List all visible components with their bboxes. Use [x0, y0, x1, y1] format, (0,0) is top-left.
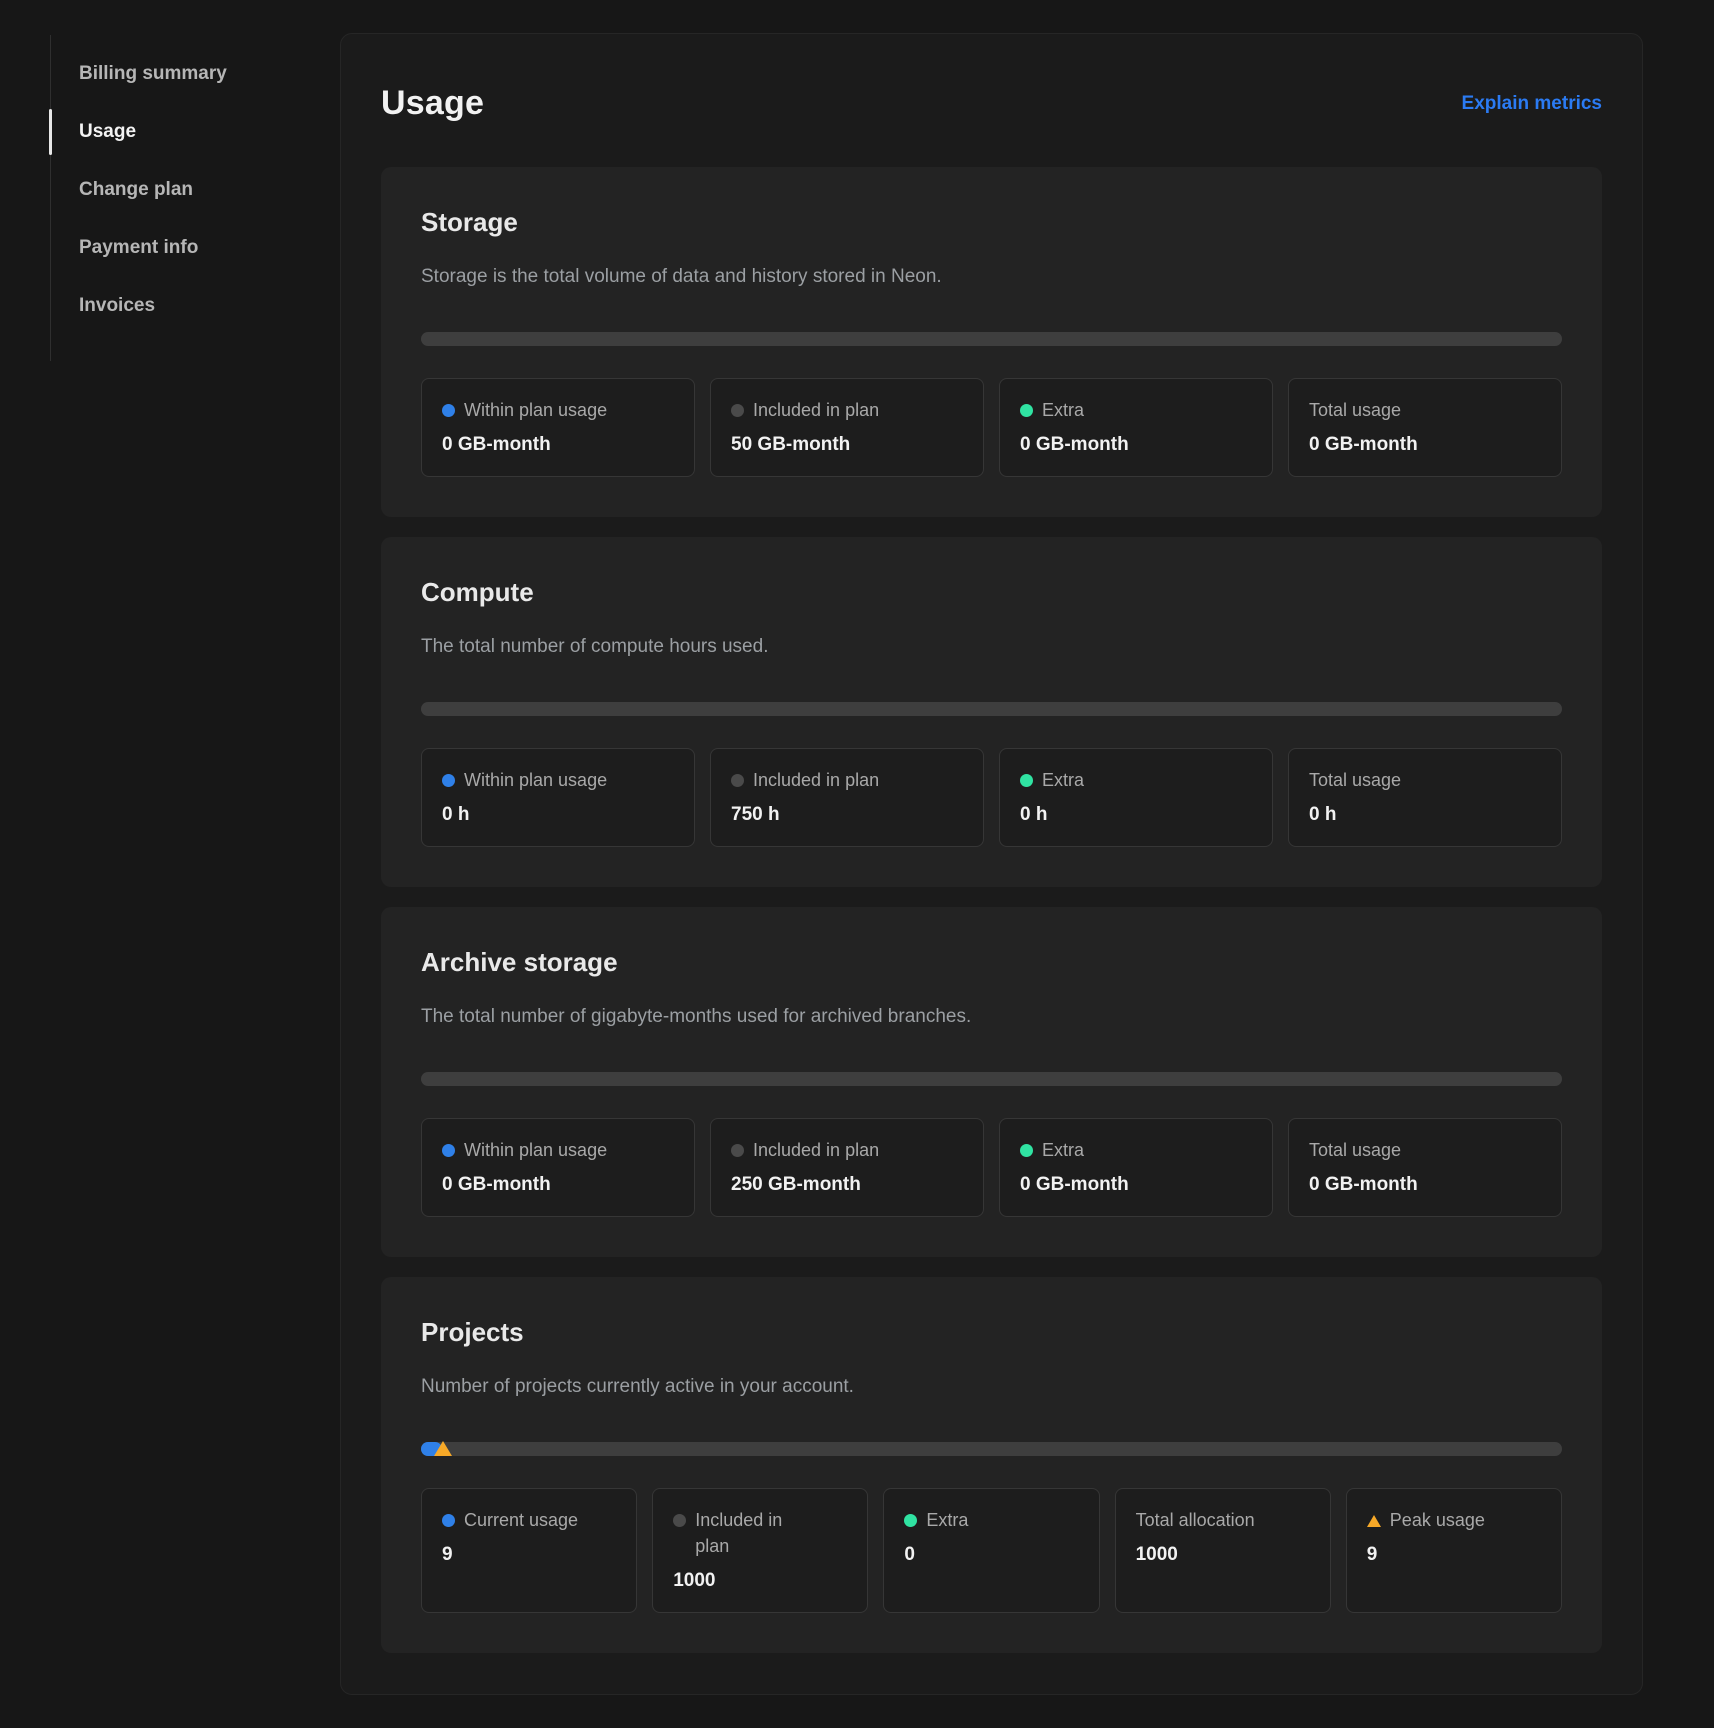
stat-value: 0 GB-month — [1020, 432, 1252, 458]
stat-label: Included in plan — [695, 1507, 791, 1559]
stat-value: 0 — [904, 1542, 1078, 1568]
extra-dot-icon — [1020, 1144, 1033, 1157]
page-header: Usage Explain metrics — [381, 84, 1602, 123]
archive-storage-section: Archive storage The total number of giga… — [381, 907, 1602, 1257]
current-usage-dot-icon — [442, 1514, 455, 1527]
stat-value: 9 — [1367, 1542, 1541, 1568]
projects-section-title: Projects — [421, 1317, 1562, 1348]
billing-sidebar: Billing summary Usage Change plan Paymen… — [0, 0, 340, 1728]
storage-usage-bar — [421, 332, 1562, 346]
extra-dot-icon — [904, 1514, 917, 1527]
within-plan-dot-icon — [442, 774, 455, 787]
stat-card-within-plan-usage: Within plan usage 0 GB-month — [421, 1118, 695, 1217]
peak-usage-triangle-icon — [1367, 1515, 1381, 1527]
extra-dot-icon — [1020, 774, 1033, 787]
sidebar-item-usage[interactable]: Usage — [51, 103, 340, 161]
main-content: Usage Explain metrics Storage Storage is… — [340, 0, 1714, 1728]
storage-section-title: Storage — [421, 207, 1562, 238]
stat-card-extra: Extra 0 h — [999, 748, 1273, 847]
sidebar-item-change-plan[interactable]: Change plan — [51, 161, 340, 219]
page-title: Usage — [381, 84, 484, 123]
billing-nav: Billing summary Usage Change plan Paymen… — [50, 35, 340, 361]
stat-label: Total allocation — [1136, 1507, 1255, 1533]
usage-panel: Usage Explain metrics Storage Storage is… — [340, 33, 1643, 1695]
stat-card-current-usage: Current usage 9 — [421, 1488, 637, 1613]
stat-label: Peak usage — [1390, 1507, 1485, 1533]
storage-section-description: Storage is the total volume of data and … — [421, 266, 1562, 288]
extra-dot-icon — [1020, 404, 1033, 417]
stat-card-total-usage: Total usage 0 GB-month — [1288, 378, 1562, 477]
stat-label: Included in plan — [753, 1137, 879, 1163]
stat-value: 9 — [442, 1542, 616, 1568]
stat-label: Extra — [1042, 767, 1084, 793]
storage-stat-cards: Within plan usage 0 GB-month Included in… — [421, 378, 1562, 477]
stat-value: 750 h — [731, 802, 963, 828]
stat-card-included-in-plan: Included in plan 750 h — [710, 748, 984, 847]
stat-label: Extra — [1042, 397, 1084, 423]
compute-usage-bar — [421, 702, 1562, 716]
stat-label: Total usage — [1309, 1137, 1401, 1163]
archive-storage-stat-cards: Within plan usage 0 GB-month Included in… — [421, 1118, 1562, 1217]
stat-card-within-plan-usage: Within plan usage 0 h — [421, 748, 695, 847]
stat-label: Total usage — [1309, 767, 1401, 793]
stat-card-extra: Extra 0 GB-month — [999, 378, 1273, 477]
stat-card-peak-usage: Peak usage 9 — [1346, 1488, 1562, 1613]
archive-storage-section-title: Archive storage — [421, 947, 1562, 978]
compute-section-description: The total number of compute hours used. — [421, 636, 1562, 658]
projects-section: Projects Number of projects currently ac… — [381, 1277, 1602, 1653]
stat-card-extra: Extra 0 — [883, 1488, 1099, 1613]
stat-label: Extra — [926, 1507, 968, 1533]
sidebar-item-payment-info[interactable]: Payment info — [51, 219, 340, 277]
stat-card-included-in-plan: Included in plan 50 GB-month — [710, 378, 984, 477]
compute-section: Compute The total number of compute hour… — [381, 537, 1602, 887]
stat-value: 0 GB-month — [1309, 432, 1541, 458]
storage-section: Storage Storage is the total volume of d… — [381, 167, 1602, 517]
stat-value: 250 GB-month — [731, 1172, 963, 1198]
compute-stat-cards: Within plan usage 0 h Included in plan 7… — [421, 748, 1562, 847]
included-in-plan-dot-icon — [673, 1514, 686, 1527]
stat-card-extra: Extra 0 GB-month — [999, 1118, 1273, 1217]
stat-value: 0 h — [442, 802, 674, 828]
stat-value: 0 GB-month — [1309, 1172, 1541, 1198]
stat-value: 0 h — [1309, 802, 1541, 828]
stat-label: Current usage — [464, 1507, 578, 1533]
stat-label: Total usage — [1309, 397, 1401, 423]
sidebar-item-billing-summary[interactable]: Billing summary — [51, 45, 340, 103]
included-in-plan-dot-icon — [731, 1144, 744, 1157]
peak-usage-marker-icon — [434, 1441, 452, 1456]
stat-value: 50 GB-month — [731, 432, 963, 458]
explain-metrics-link[interactable]: Explain metrics — [1462, 93, 1602, 115]
stat-value: 1000 — [1136, 1542, 1310, 1568]
projects-stat-cards: Current usage 9 Included in plan 1000 Ex… — [421, 1488, 1562, 1613]
included-in-plan-dot-icon — [731, 404, 744, 417]
stat-card-total-allocation: Total allocation 1000 — [1115, 1488, 1331, 1613]
stat-label: Within plan usage — [464, 1137, 607, 1163]
stat-value: 1000 — [673, 1568, 847, 1594]
stat-label: Included in plan — [753, 767, 879, 793]
stat-card-within-plan-usage: Within plan usage 0 GB-month — [421, 378, 695, 477]
compute-section-title: Compute — [421, 577, 1562, 608]
stat-card-total-usage: Total usage 0 GB-month — [1288, 1118, 1562, 1217]
stat-label: Included in plan — [753, 397, 879, 423]
stat-value: 0 h — [1020, 802, 1252, 828]
projects-section-description: Number of projects currently active in y… — [421, 1376, 1562, 1398]
stat-value: 0 GB-month — [442, 1172, 674, 1198]
stat-label: Within plan usage — [464, 767, 607, 793]
stat-card-total-usage: Total usage 0 h — [1288, 748, 1562, 847]
within-plan-dot-icon — [442, 404, 455, 417]
projects-usage-bar — [421, 1442, 1562, 1456]
archive-storage-section-description: The total number of gigabyte-months used… — [421, 1006, 1562, 1028]
included-in-plan-dot-icon — [731, 774, 744, 787]
stat-card-included-in-plan: Included in plan 1000 — [652, 1488, 868, 1613]
archive-storage-usage-bar — [421, 1072, 1562, 1086]
stat-value: 0 GB-month — [442, 432, 674, 458]
stat-card-included-in-plan: Included in plan 250 GB-month — [710, 1118, 984, 1217]
within-plan-dot-icon — [442, 1144, 455, 1157]
stat-value: 0 GB-month — [1020, 1172, 1252, 1198]
stat-label: Within plan usage — [464, 397, 607, 423]
stat-label: Extra — [1042, 1137, 1084, 1163]
sidebar-item-invoices[interactable]: Invoices — [51, 277, 340, 335]
